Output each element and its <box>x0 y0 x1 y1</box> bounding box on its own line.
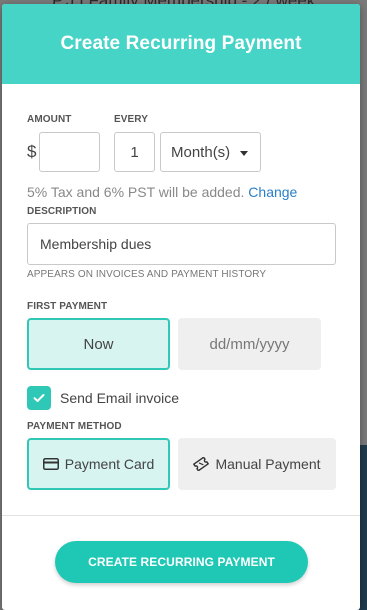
amount-input[interactable] <box>39 132 100 172</box>
description-help-text: APPEARS ON INVOICES AND PAYMENT HISTORY <box>27 269 267 280</box>
payment-card-label: Payment Card <box>64 456 155 472</box>
description-label: DESCRIPTION <box>27 206 97 217</box>
first-payment-label: FIRST PAYMENT <box>27 301 108 312</box>
send-email-checkbox[interactable] <box>27 386 51 410</box>
tax-notice-text: 5% Tax and 6% PST will be added. <box>27 184 245 200</box>
create-recurring-payment-button[interactable]: CREATE RECURRING PAYMENT <box>55 541 308 583</box>
first-payment-date-input[interactable]: dd/mm/yyyy <box>178 318 321 370</box>
period-select-value: Month(s) <box>171 143 231 161</box>
interval-input[interactable]: 1 <box>114 132 155 172</box>
every-label: EVERY <box>114 114 149 125</box>
modal-body: AMOUNT EVERY $ 1 Month(s) <box>2 84 360 184</box>
recurring-payment-modal: Create Recurring Payment AMOUNT EVERY $ … <box>2 4 360 610</box>
caret-down-icon <box>240 151 248 156</box>
tax-notice: 5% Tax and 6% PST will be added. Change <box>27 184 297 200</box>
description-input[interactable]: Membership dues <box>27 223 336 265</box>
manual-payment-label: Manual Payment <box>215 456 321 472</box>
change-tax-link[interactable]: Change <box>248 184 297 200</box>
payment-card-button[interactable]: Payment Card <box>27 438 170 490</box>
amount-label: AMOUNT <box>27 114 72 125</box>
currency-symbol: $ <box>27 142 37 161</box>
period-select[interactable]: Month(s) <box>160 132 261 172</box>
manual-payment-button[interactable]: Manual Payment <box>178 438 336 490</box>
modal-title: Create Recurring Payment <box>60 33 302 54</box>
footer-divider <box>2 515 360 516</box>
amount-row: AMOUNT EVERY $ 1 Month(s) <box>27 84 360 184</box>
send-email-label[interactable]: Send Email invoice <box>60 390 179 406</box>
checkmark-icon <box>33 394 45 402</box>
modal-header: Create Recurring Payment <box>2 4 360 84</box>
first-payment-now-button[interactable]: Now <box>27 318 170 370</box>
payment-method-label: PAYMENT METHOD <box>27 421 122 432</box>
background-panel <box>359 445 367 610</box>
ticket-icon <box>193 457 210 471</box>
credit-card-icon <box>42 458 59 470</box>
